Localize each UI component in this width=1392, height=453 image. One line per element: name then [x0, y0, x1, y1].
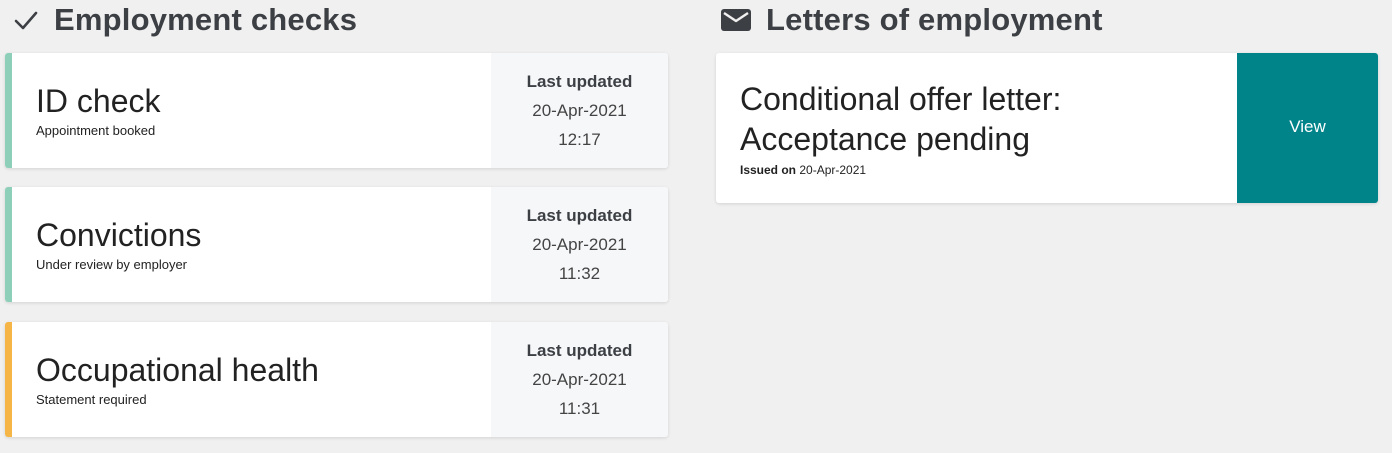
check-info: Occupational health Statement required — [12, 322, 491, 437]
last-updated-time: 11:31 — [558, 399, 601, 418]
last-updated-date: 20-Apr-2021 — [532, 370, 627, 389]
letter-issued: Issued on 20-Apr-2021 — [740, 163, 1237, 177]
status-stripe — [5, 53, 12, 168]
check-card-convictions[interactable]: Convictions Under review by employer Las… — [5, 187, 668, 302]
status-stripe — [5, 187, 12, 302]
last-updated-time: 12:17 — [558, 130, 601, 149]
letter-card-conditional-offer: Conditional offer letter: Acceptance pen… — [716, 53, 1378, 203]
check-card-id-check[interactable]: ID check Appointment booked Last updated… — [5, 53, 668, 168]
letter-info: Conditional offer letter: Acceptance pen… — [716, 53, 1237, 203]
issued-label: Issued on — [740, 163, 797, 177]
check-title: Occupational health — [36, 352, 319, 388]
last-updated-label: Last updated — [526, 72, 633, 91]
last-updated-date: 20-Apr-2021 — [532, 235, 627, 254]
letters-of-employment-heading: Letters of employment — [720, 0, 1103, 40]
check-info: ID check Appointment booked — [12, 53, 491, 168]
check-status: Under review by employer — [36, 257, 188, 272]
employment-checks-title: Employment checks — [54, 2, 358, 37]
status-stripe — [5, 322, 12, 437]
issued-date: 20-Apr-2021 — [799, 163, 867, 177]
check-info: Convictions Under review by employer — [12, 187, 491, 302]
letter-title-line2: Acceptance pending — [740, 121, 1030, 157]
check-title: ID check — [36, 83, 161, 119]
check-card-occupational-health[interactable]: Occupational health Statement required L… — [5, 322, 668, 437]
check-status: Appointment booked — [36, 123, 156, 138]
envelope-icon — [720, 7, 752, 33]
last-updated-time: 11:32 — [558, 264, 601, 283]
last-updated-label: Last updated — [526, 341, 633, 360]
letters-of-employment-title: Letters of employment — [766, 2, 1103, 37]
letter-title: Conditional offer letter: Acceptance pen… — [740, 79, 1237, 159]
employment-checks-heading: Employment checks — [12, 0, 357, 40]
last-updated-panel: Last updated 20-Apr-2021 12:17 — [491, 53, 668, 168]
check-status: Statement required — [36, 392, 147, 407]
last-updated-panel: Last updated 20-Apr-2021 11:31 — [491, 322, 668, 437]
view-letter-button[interactable]: View — [1237, 53, 1378, 203]
check-title: Convictions — [36, 217, 202, 253]
last-updated-date: 20-Apr-2021 — [532, 101, 627, 120]
letter-title-line1: Conditional offer letter: — [740, 81, 1062, 117]
last-updated-panel: Last updated 20-Apr-2021 11:32 — [491, 187, 668, 302]
last-updated-label: Last updated — [526, 206, 633, 225]
checkmark-icon — [12, 6, 40, 34]
